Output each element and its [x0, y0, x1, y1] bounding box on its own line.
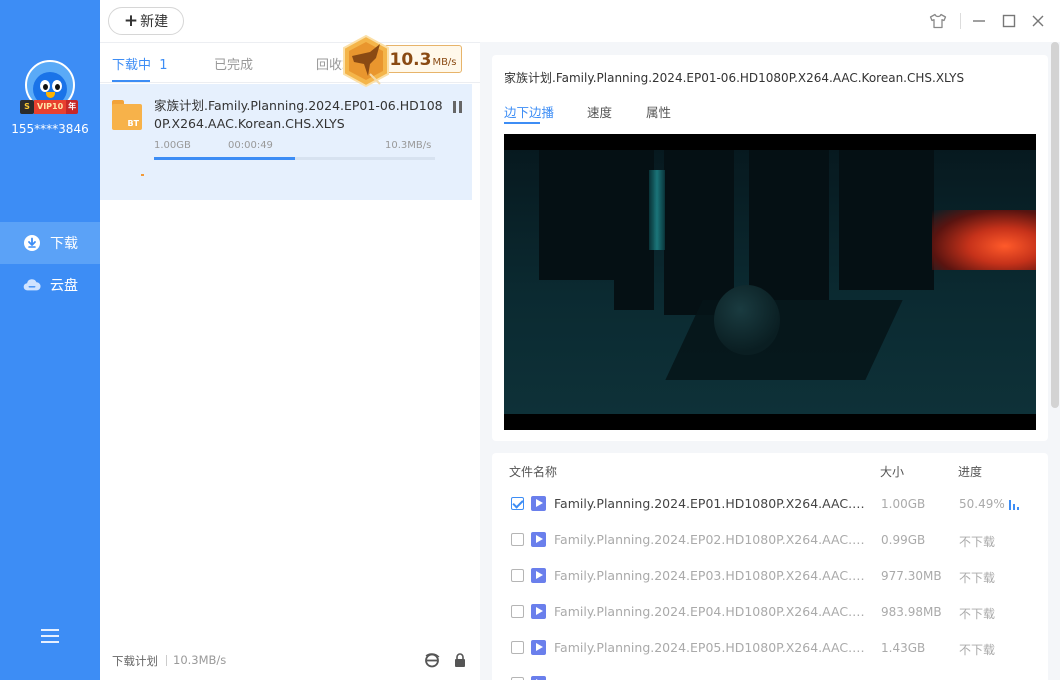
topbar: + 新建: [100, 0, 1060, 42]
task-list-panel: 下载中 1 已完成 回收站 BT 家族计划.Family.Planning.20…: [100, 42, 480, 680]
preview-card: 家族计划.Family.Planning.2024.EP01-06.HD1080…: [492, 55, 1048, 441]
file-row[interactable]: [492, 666, 1048, 680]
speed-unit: MB/s: [432, 57, 457, 68]
file-name: Family.Planning.2024.EP01.HD1080P.X264.A…: [554, 496, 870, 511]
file-checkbox[interactable]: [511, 533, 524, 546]
footer-speed: 10.3MB/s: [173, 653, 227, 667]
play-icon[interactable]: [531, 532, 546, 547]
file-row[interactable]: Family.Planning.2024.EP02.HD1080P.X264.A…: [492, 522, 1048, 558]
new-task-button[interactable]: + 新建: [108, 7, 184, 35]
plus-icon: +: [123, 11, 139, 31]
sidebar-item-cloud[interactable]: 云盘: [0, 264, 100, 306]
close-icon[interactable]: [1028, 11, 1048, 31]
vip-badge[interactable]: S VIP10 年: [20, 100, 79, 114]
username: 155****3846: [11, 122, 89, 136]
pause-icon[interactable]: [452, 101, 464, 114]
sidebar-item-download[interactable]: 下载: [0, 222, 100, 264]
file-size: 1.00GB: [881, 497, 926, 511]
file-list: 文件名称 大小 进度 Family.Planning.2024.EP01.HD1…: [492, 453, 1048, 680]
file-checkbox[interactable]: [511, 497, 524, 510]
divider: [166, 655, 167, 666]
speed-display: 10.3 MB/s: [384, 45, 462, 73]
browser-icon[interactable]: [424, 652, 440, 668]
file-checkbox[interactable]: [511, 569, 524, 582]
file-name: Family.Planning.2024.EP04.HD1080P.X264.A…: [554, 604, 870, 619]
file-progress: 不下载: [959, 571, 996, 585]
maximize-icon[interactable]: [999, 11, 1019, 31]
menu-icon[interactable]: [41, 629, 59, 643]
speed-bars-icon: [1009, 499, 1023, 510]
play-icon[interactable]: [531, 496, 546, 511]
downloading-count: 1: [159, 58, 168, 73]
video-preview[interactable]: [504, 134, 1036, 430]
footer: 下载计划 10.3MB/s: [100, 653, 480, 680]
file-row[interactable]: Family.Planning.2024.EP01.HD1080P.X264.A…: [492, 486, 1048, 522]
sidebar-item-label: 云盘: [50, 278, 78, 294]
tab-downloading[interactable]: 下载中 1: [112, 54, 168, 73]
task-speed: 10.3MB/s: [385, 140, 432, 151]
minimize-icon[interactable]: [969, 11, 989, 31]
file-size: 1.43GB: [881, 641, 926, 655]
thunder-bird-icon: [343, 34, 389, 88]
file-row[interactable]: Family.Planning.2024.EP04.HD1080P.X264.A…: [492, 594, 1048, 630]
play-icon[interactable]: [531, 568, 546, 583]
tab-indicator: [112, 80, 150, 82]
play-icon[interactable]: [531, 640, 546, 655]
file-row[interactable]: Family.Planning.2024.EP03.HD1080P.X264.A…: [492, 558, 1048, 594]
play-icon[interactable]: [531, 676, 546, 680]
file-checkbox[interactable]: [511, 605, 524, 618]
file-progress: 不下载: [959, 643, 996, 657]
file-name: Family.Planning.2024.EP02.HD1080P.X264.A…: [554, 532, 870, 547]
scrollbar[interactable]: [1051, 42, 1059, 408]
tab-play-while-downloading[interactable]: 边下边播: [504, 102, 554, 121]
file-size: 0.99GB: [881, 533, 926, 547]
task-progress-bar: [154, 157, 435, 160]
tab-indicator: [504, 122, 540, 124]
lock-icon[interactable]: [452, 652, 468, 668]
download-plan-link[interactable]: 下载计划: [112, 653, 158, 669]
download-task[interactable]: BT 家族计划.Family.Planning.2024.EP01-06.HD1…: [100, 84, 472, 200]
tab-speed[interactable]: 速度: [587, 102, 612, 121]
file-progress: 不下载: [959, 607, 996, 621]
file-row[interactable]: Family.Planning.2024.EP05.HD1080P.X264.A…: [492, 630, 1048, 666]
tab-properties[interactable]: 属性: [646, 102, 671, 121]
bt-folder-icon: BT: [112, 100, 142, 130]
file-size: 977.30MB: [881, 569, 942, 583]
status-dot: [141, 174, 144, 176]
column-header-size: 大小: [880, 465, 905, 479]
task-time: 00:00:49: [228, 140, 273, 151]
column-header-progress: 进度: [958, 465, 983, 479]
tab-completed[interactable]: 已完成: [214, 54, 253, 73]
preview-title: 家族计划.Family.Planning.2024.EP01-06.HD1080…: [504, 71, 965, 85]
file-progress: 50.49%: [959, 497, 1005, 511]
file-progress: 不下载: [959, 535, 996, 549]
file-checkbox[interactable]: [511, 641, 524, 654]
task-name: 家族计划.Family.Planning.2024.EP01-06.HD1080…: [154, 98, 443, 131]
download-icon: [23, 234, 41, 252]
speed-bubble[interactable]: 10.3 MB/s: [340, 34, 464, 92]
detail-panel: 家族计划.Family.Planning.2024.EP01-06.HD1080…: [480, 42, 1060, 680]
divider: [960, 13, 961, 29]
task-size: 1.00GB: [154, 140, 191, 151]
file-name: Family.Planning.2024.EP03.HD1080P.X264.A…: [554, 568, 870, 583]
sidebar: S VIP10 年 155****3846 下载 云盘: [0, 0, 100, 680]
cloud-icon: [23, 276, 41, 294]
play-icon[interactable]: [531, 604, 546, 619]
skin-icon[interactable]: [928, 11, 948, 31]
column-header-name: 文件名称: [509, 465, 558, 479]
file-size: 983.98MB: [881, 605, 942, 619]
file-name: Family.Planning.2024.EP05.HD1080P.X264.A…: [554, 640, 870, 655]
new-task-label: 新建: [140, 14, 169, 30]
sidebar-item-label: 下载: [50, 236, 78, 252]
speed-value: 10.3: [389, 50, 432, 70]
